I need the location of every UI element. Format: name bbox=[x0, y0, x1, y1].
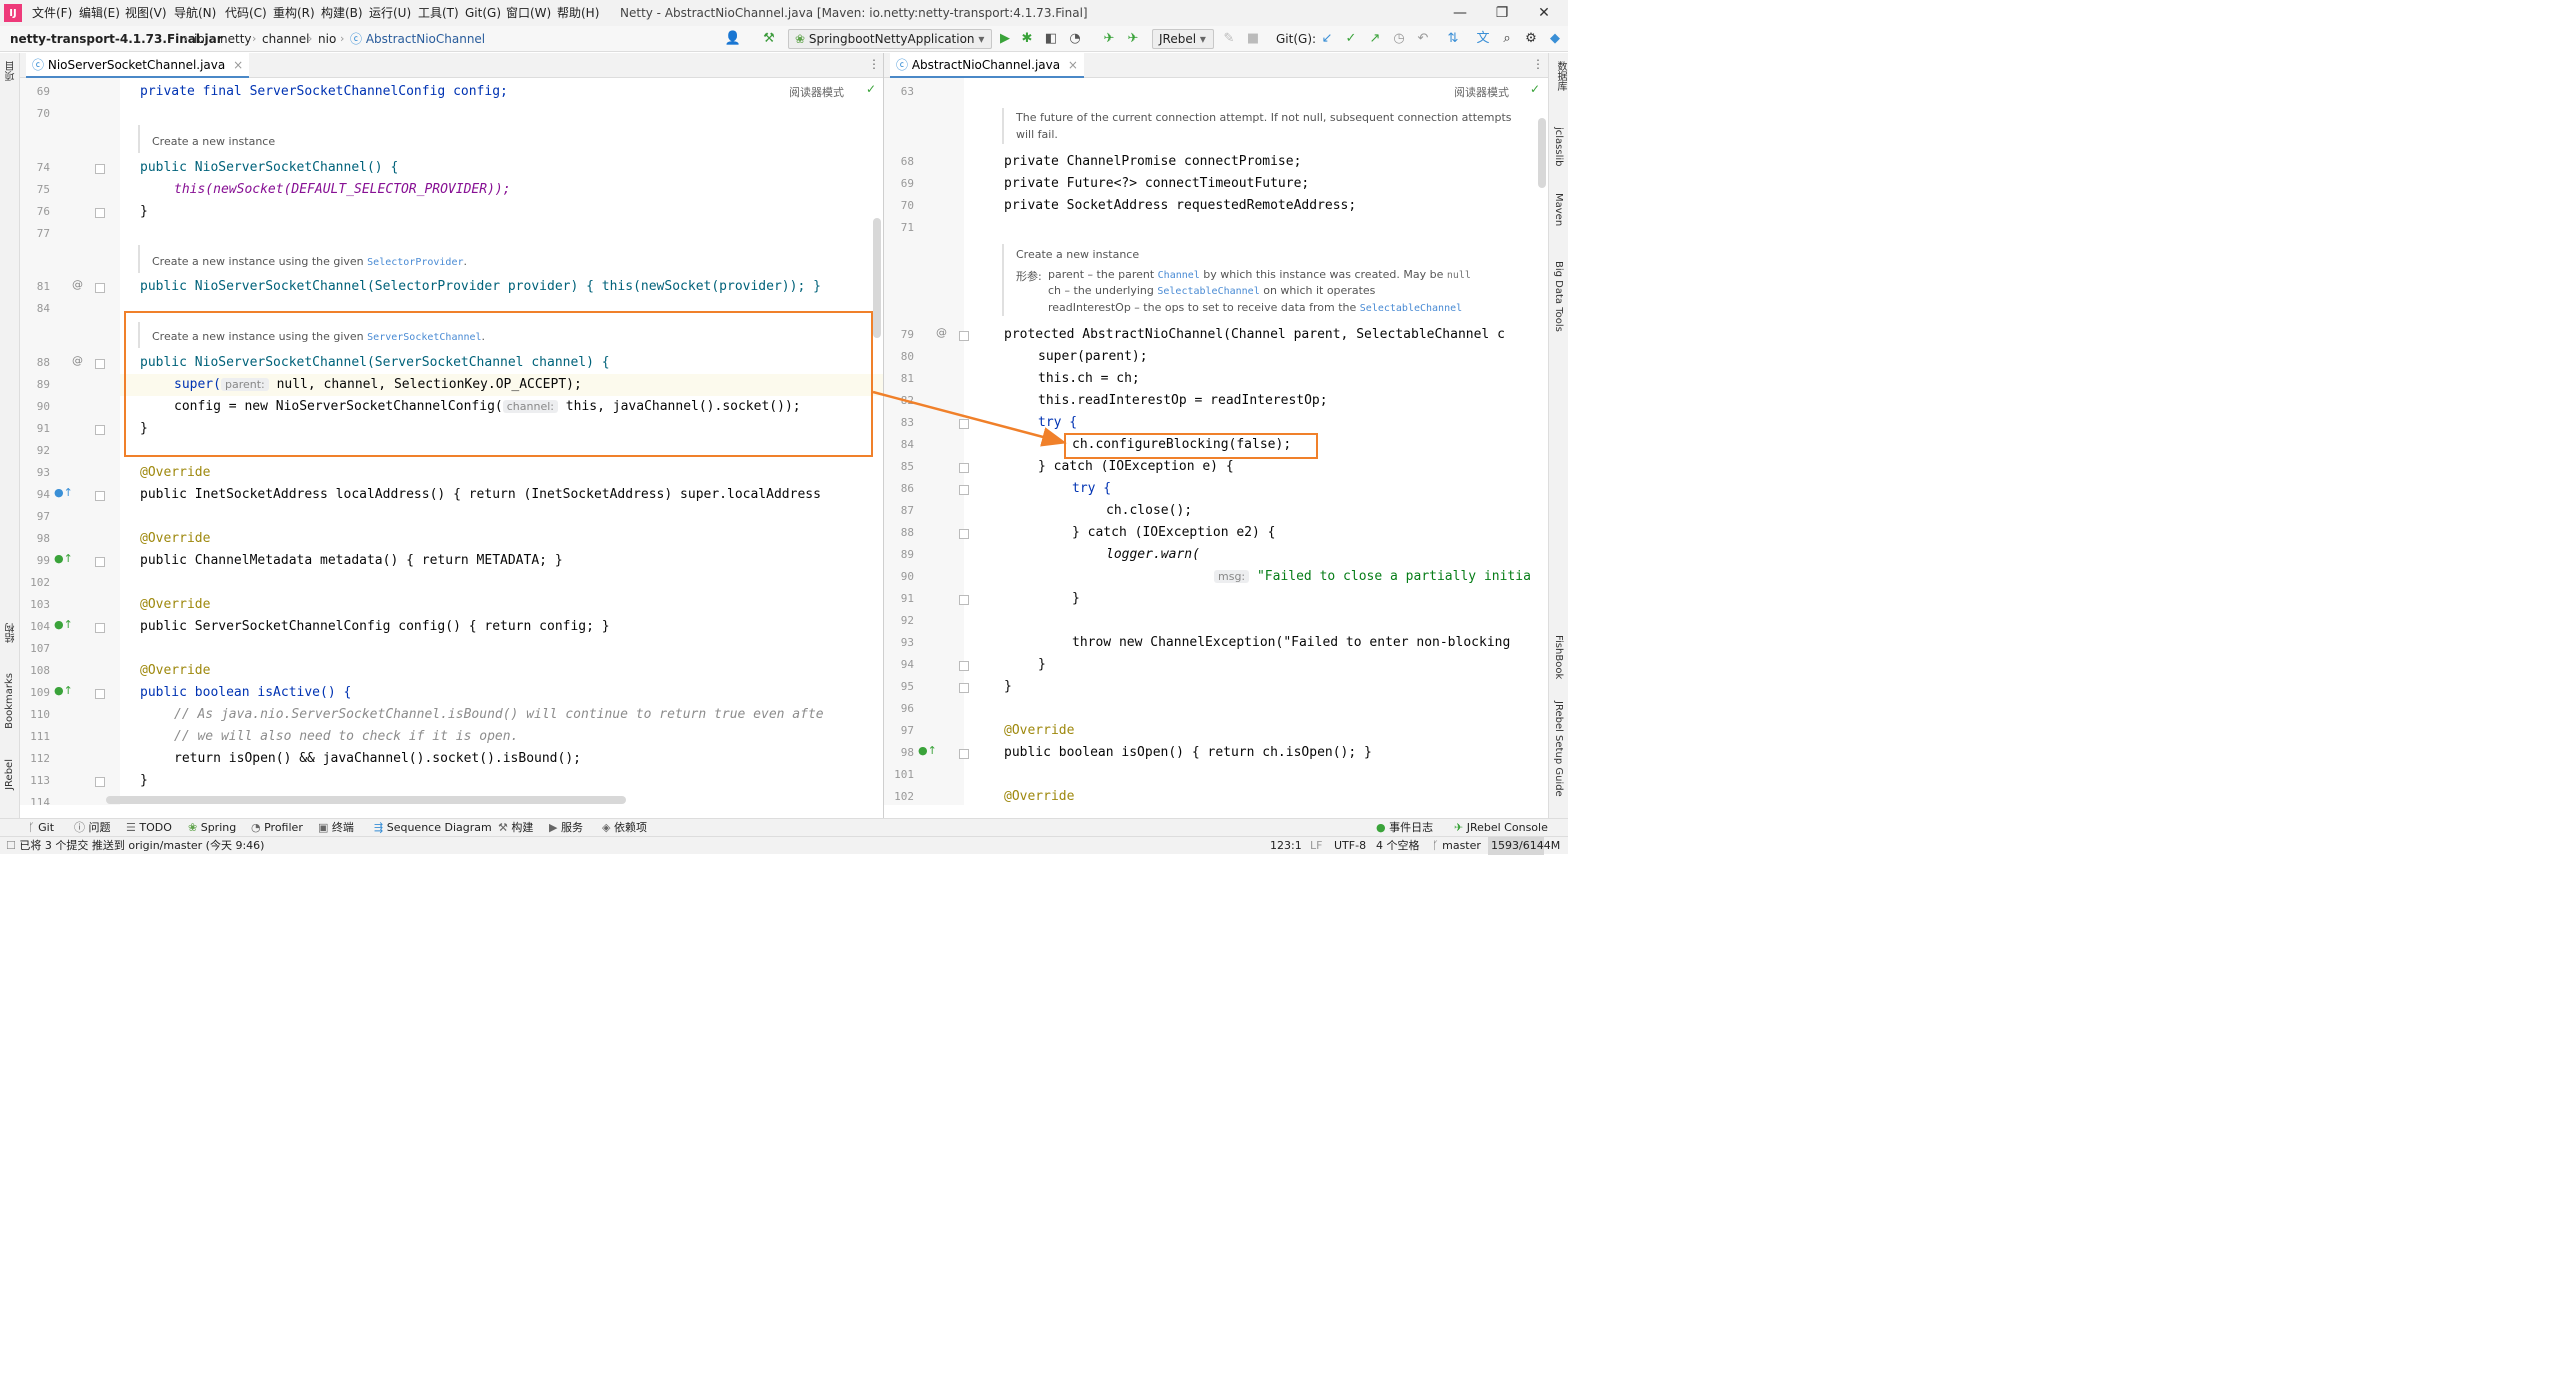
git-branch[interactable]: ᚴ master bbox=[1432, 837, 1481, 855]
status-bar: ☐ 已将 3 个提交 推送到 origin/master (今天 9:46) 1… bbox=[0, 836, 1568, 855]
annotation-arrow bbox=[872, 390, 1067, 447]
tool-label: 事件日志 bbox=[1389, 821, 1434, 834]
terminal-icon: ▣ bbox=[318, 821, 329, 834]
indent-setting[interactable]: 4 个空格 bbox=[1376, 837, 1420, 855]
todo-tool-button[interactable]: ☰ TODO bbox=[126, 819, 172, 837]
checkbox-icon: ☐ bbox=[6, 839, 16, 852]
tool-label: Sequence Diagram bbox=[386, 821, 492, 834]
tool-label: Spring bbox=[200, 821, 237, 834]
build-hammer-icon: ⚒ bbox=[498, 821, 508, 834]
jrebel-console-button[interactable]: ✈ JRebel Console bbox=[1454, 819, 1548, 837]
git-branch-icon: ᚴ bbox=[28, 821, 35, 834]
tool-label: 终端 bbox=[331, 821, 354, 834]
dependencies-icon: ◈ bbox=[602, 821, 611, 834]
branch-label: master bbox=[1442, 839, 1481, 852]
event-log-icon: ● bbox=[1376, 821, 1386, 834]
tool-label: JRebel Console bbox=[1466, 821, 1548, 834]
services-tool-button[interactable]: ▶ 服务 bbox=[549, 819, 583, 837]
dependencies-tool-button[interactable]: ◈ 依赖项 bbox=[602, 819, 647, 837]
profiler-icon: ◔ bbox=[251, 821, 261, 834]
sequence-diagram-tool-button[interactable]: ⇶ Sequence Diagram bbox=[374, 819, 492, 837]
tool-label: TODO bbox=[139, 821, 172, 834]
profiler-tool-button[interactable]: ◔ Profiler bbox=[251, 819, 303, 837]
build-tool-button[interactable]: ⚒ 构建 bbox=[498, 819, 533, 837]
status-message[interactable]: ☐ 已将 3 个提交 推送到 origin/master (今天 9:46) bbox=[6, 837, 264, 855]
git-tool-button[interactable]: ᚴ Git bbox=[28, 819, 54, 837]
terminal-tool-button[interactable]: ▣ 终端 bbox=[318, 819, 354, 837]
status-text: 已将 3 个提交 推送到 origin/master (今天 9:46) bbox=[19, 839, 265, 852]
tool-window-bar: ᚴ Git ⓘ 问题 ☰ TODO ❀ Spring ◔ Profiler ▣ … bbox=[0, 818, 1568, 836]
memory-indicator[interactable]: 1593/6144M bbox=[1488, 837, 1560, 855]
tool-label: 问题 bbox=[88, 821, 111, 834]
tool-label: Git bbox=[38, 821, 55, 834]
sequence-diagram-icon: ⇶ bbox=[374, 821, 384, 834]
tool-label: 服务 bbox=[560, 821, 583, 834]
file-encoding[interactable]: UTF-8 bbox=[1334, 837, 1366, 855]
list-icon: ☰ bbox=[126, 821, 136, 834]
jrebel-icon: ✈ bbox=[1454, 821, 1464, 834]
tool-label: 构建 bbox=[511, 821, 534, 834]
event-log-button[interactable]: ● 事件日志 bbox=[1376, 819, 1433, 837]
spring-icon: ❀ bbox=[188, 821, 198, 834]
problems-icon: ⓘ bbox=[74, 821, 85, 834]
spring-tool-button[interactable]: ❀ Spring bbox=[188, 819, 236, 837]
problems-tool-button[interactable]: ⓘ 问题 bbox=[74, 819, 111, 837]
caret-position[interactable]: 123:1 bbox=[1270, 837, 1302, 855]
git-branch-icon: ᚴ bbox=[1432, 839, 1439, 852]
line-separator[interactable]: LF bbox=[1310, 837, 1322, 855]
tool-label: Profiler bbox=[264, 821, 303, 834]
tool-label: 依赖项 bbox=[613, 821, 647, 834]
services-icon: ▶ bbox=[549, 821, 558, 834]
